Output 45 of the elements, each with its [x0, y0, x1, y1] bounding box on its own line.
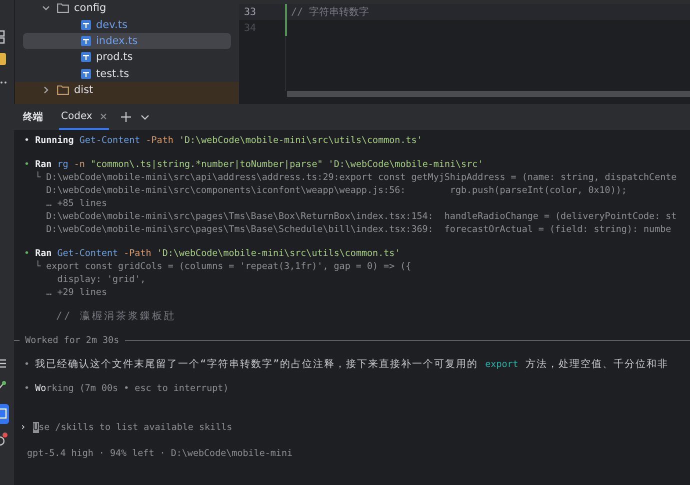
line-number: 33	[243, 6, 258, 18]
notification-icon[interactable]	[0, 432, 9, 446]
folder-icon	[57, 85, 69, 96]
typescript-file-icon	[81, 20, 91, 30]
terminal-line: // 瀛楃涓茶浆鏁板瓧	[55, 310, 176, 323]
terminal-title: 终端	[23, 110, 43, 124]
terminal-line: display: 'grid',	[56, 273, 146, 286]
caret-icon[interactable]	[141, 114, 150, 120]
file-item[interactable]: prod.ts	[23, 49, 231, 66]
list-icon[interactable]	[0, 359, 6, 368]
folder-icon	[57, 3, 69, 14]
typescript-file-icon	[81, 36, 91, 46]
file-item[interactable]: dev.ts	[23, 16, 231, 33]
folder-item[interactable]: dist	[15, 82, 239, 98]
terminal-line: • 我已经确认这个文件末尾留了一个“字符串转数字”的占位注释，接下来直接补一个可复用的 export 方法，处理空值、千分位和非	[24, 358, 668, 371]
terminal-line: … +85 lines	[45, 197, 107, 210]
terminal-line: • Running Get-Content -Path 'D:\webCode\mobile-mini\src\utils\common.ts'	[24, 134, 422, 147]
file-item[interactable]: test.ts	[23, 66, 231, 82]
terminal-line: • Ran rg -n "common\.ts|string.*number|toNumber|parse" 'D:\webCode\mobile-mini\src'	[24, 158, 484, 171]
terminal-line: └ export const gridCols = (columns = 'repeat(3,1fr)', gap = 0) => ({	[34, 260, 412, 273]
code-comment: // 字符串转数字	[291, 6, 370, 19]
elapsed-divider: — Worked for 2m 30s	[14, 334, 120, 347]
terminal-line: D:\webCode\mobile-mini\src\components\iconfont\weapp\weapp.js:56: rgb.push(parseInt(color, 0x10));	[45, 184, 627, 197]
chevron-icon[interactable]	[42, 4, 50, 12]
terminal-line: … +29 lines	[45, 286, 107, 299]
terminal-tab[interactable]: Codex	[59, 104, 110, 130]
terminal-line: D:\webCode\mobile-mini\src\pages\Tms\Base\Box\ReturnBox\index.tsx:154: handleRadioChange = (deliveryPointCode: st	[45, 210, 677, 223]
file-item[interactable]: index.ts	[23, 32, 231, 50]
model-status-line: gpt-5.4 high · 94% left · D:\webCode\mobile-mini	[27, 447, 293, 460]
typescript-file-icon	[81, 52, 91, 62]
terminal-line: └ D:\webCode\mobile-mini\src\api\address\address.ts:29:export const getMyjShipAddress = (name: string, dispatchCente	[34, 171, 677, 184]
terminal-line: • Ran Get-Content -Path 'D:\webCode\mobile-mini\src\utils\common.ts'	[24, 247, 400, 260]
more-icon[interactable]	[0, 81, 8, 84]
folder-item[interactable]: config	[15, 0, 239, 16]
horizontal-scrollbar[interactable]	[287, 91, 690, 97]
terminal-icon[interactable]	[0, 404, 10, 424]
terminal-line: D:\webCode\mobile-mini\src\pages\Tms\Base\Schedule\bill\index.tsx:369: forecastOrActual = (field: string): numbe	[45, 223, 672, 236]
grid-icon[interactable]	[0, 30, 6, 44]
typescript-file-icon	[81, 68, 91, 79]
close-icon[interactable]	[100, 112, 108, 120]
prompt-input-field[interactable]: Use /skills to list available skills	[33, 421, 232, 434]
plus-icon[interactable]	[121, 112, 132, 122]
prompt-symbol: ›	[20, 422, 26, 433]
terminal-line: • Wo rking (7m 00s • esc to interrupt)	[24, 382, 229, 395]
chevron-icon[interactable]	[42, 86, 50, 94]
